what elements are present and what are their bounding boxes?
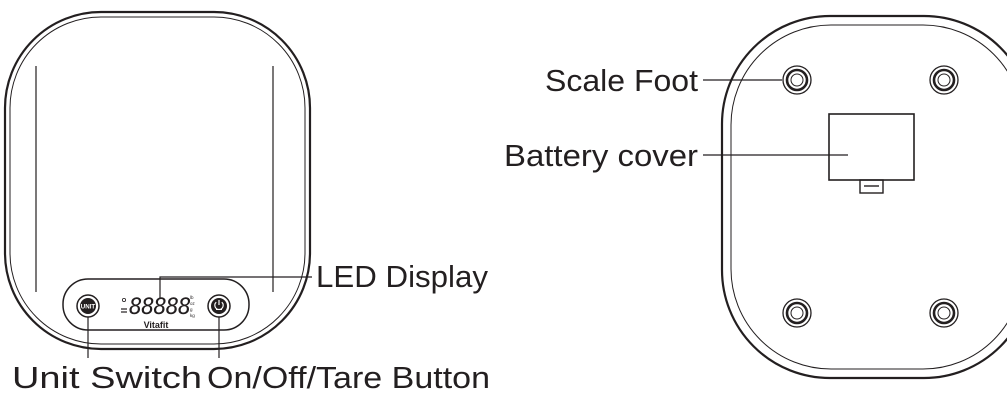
brand-label: Vitafit xyxy=(144,320,169,330)
back-view: Scale Foot Battery cover xyxy=(504,14,1007,380)
scale-foot-top-left xyxy=(782,65,812,95)
battery-cover xyxy=(828,113,915,181)
scale-foot-bottom-left xyxy=(782,298,812,328)
unit-button-text: UNIT xyxy=(81,304,96,311)
unit-indicator-g: g xyxy=(190,307,193,312)
scale-foot-top-right xyxy=(929,65,959,95)
display-digits: 88888 xyxy=(129,295,191,320)
scale-diagram: UNIT 88888 lb oz g kg Vitafit LED Displa… xyxy=(3,10,1007,393)
scale-foot-label: Scale Foot xyxy=(545,63,698,98)
unit-indicator-kg: kg xyxy=(190,313,195,318)
led-display-label: LED Display xyxy=(316,259,489,294)
battery-cover-label: Battery cover xyxy=(504,138,698,173)
battery-cover-latch xyxy=(859,179,884,194)
unit-indicator-lb: lb xyxy=(190,295,194,300)
unit-switch-label: Unit Switch xyxy=(12,360,202,393)
display-dot-indicator xyxy=(122,297,127,302)
scale-foot-bottom-right xyxy=(929,298,959,328)
back-body-inner xyxy=(730,24,1007,370)
led-display: 88888 lb oz g kg xyxy=(121,295,196,320)
unit-indicator-oz: oz xyxy=(190,301,196,306)
power-tare-label: On/Off/Tare Button xyxy=(207,360,490,393)
front-view: UNIT 88888 lb oz g kg Vitafit LED Displa… xyxy=(3,10,490,393)
back-body-outer xyxy=(720,14,1007,380)
